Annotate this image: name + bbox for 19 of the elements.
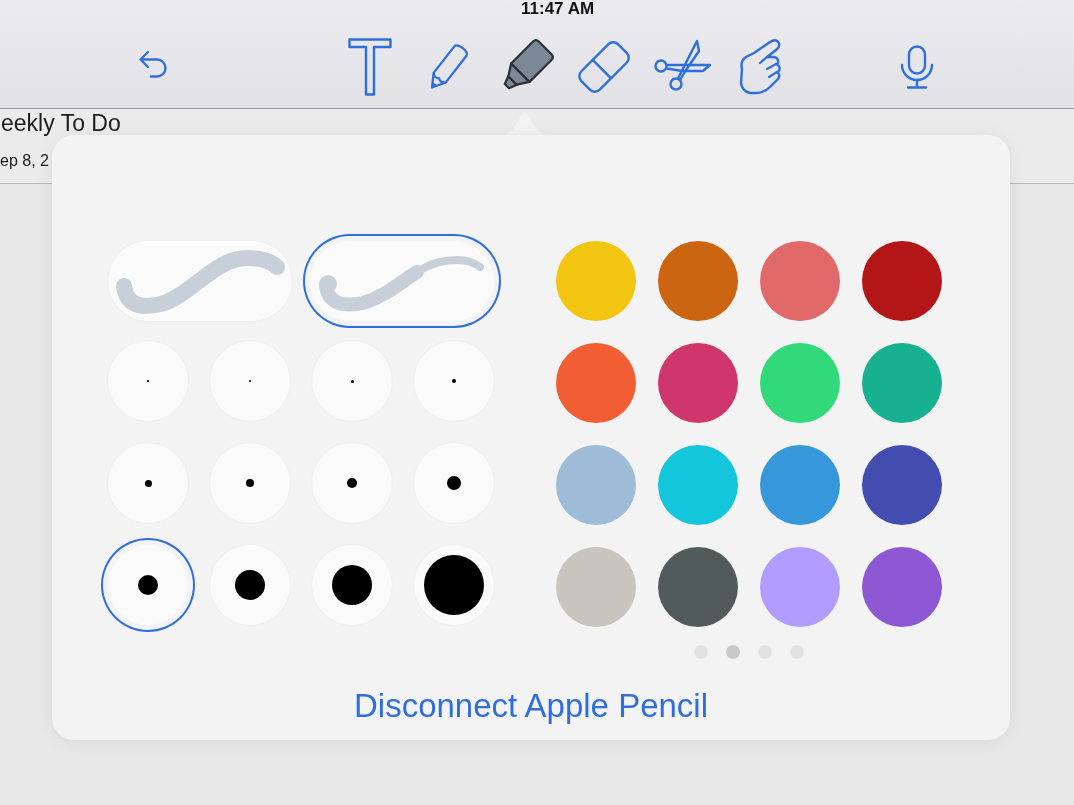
- disconnect-link[interactable]: Disconnect Apple Pencil: [353, 686, 708, 726]
- dot-icon: [235, 570, 265, 600]
- dot-icon: [452, 379, 456, 383]
- eraser-icon: [575, 38, 633, 96]
- dot-icon: [424, 555, 484, 615]
- document-date: ep 8, 2: [0, 151, 49, 171]
- dot-icon: [246, 479, 254, 487]
- dot-icon: [332, 565, 372, 605]
- document-title: eekly To Do: [0, 112, 121, 134]
- letter-t-icon: [348, 38, 392, 96]
- dot-icon: [144, 479, 152, 487]
- dot-icon: [447, 476, 461, 490]
- dot-icon: [347, 478, 357, 488]
- dot-icon: [350, 379, 354, 383]
- page-indicator-dot[interactable]: [726, 645, 740, 659]
- microphone-icon: [899, 45, 935, 89]
- dot-icon: [138, 575, 158, 595]
- wave-stroke-icon: [115, 248, 285, 314]
- status-time: 11:47 AM: [521, 0, 595, 18]
